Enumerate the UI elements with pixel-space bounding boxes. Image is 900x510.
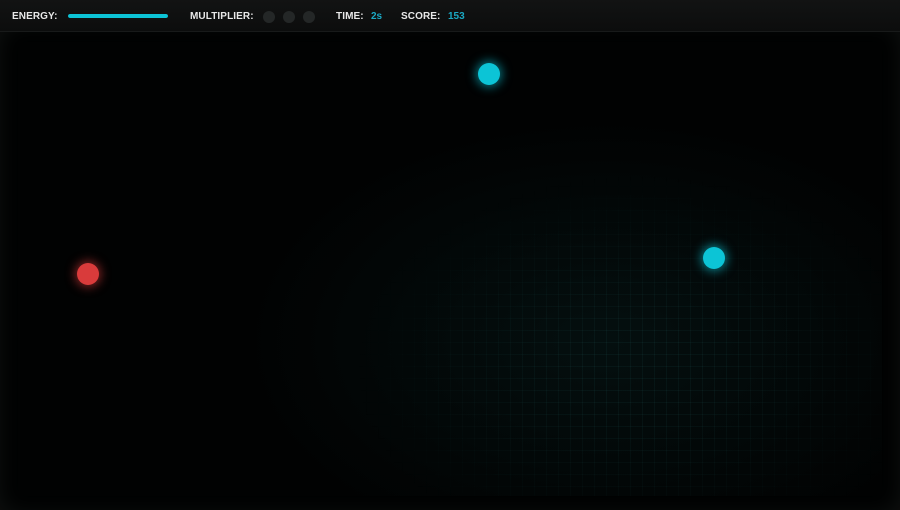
- score-label: SCORE:: [401, 11, 441, 22]
- enemy-orb: [77, 263, 99, 285]
- multiplier-label: MULTIPLIER:: [190, 11, 254, 22]
- multiplier-dot: [263, 11, 275, 23]
- play-area-frame: [0, 32, 900, 510]
- energy-label: ENERGY:: [12, 11, 58, 22]
- play-field[interactable]: [18, 42, 882, 496]
- energy-orb: [703, 247, 725, 269]
- score-value: 153: [448, 11, 465, 22]
- time-value: 2s: [371, 11, 383, 22]
- energy-bar-fill: [68, 14, 168, 18]
- time-label: TIME:: [336, 11, 364, 22]
- multiplier-dot: [303, 11, 315, 23]
- hud-bar: ENERGY: MULTIPLIER: TIME: 2s SCORE: 153: [0, 0, 900, 32]
- multiplier-dot: [283, 11, 295, 23]
- energy-bar: [68, 14, 168, 18]
- energy-orb: [478, 63, 500, 85]
- grid-overlay: [18, 42, 882, 496]
- game-screen[interactable]: ENERGY: MULTIPLIER: TIME: 2s SCORE: 153: [0, 0, 900, 510]
